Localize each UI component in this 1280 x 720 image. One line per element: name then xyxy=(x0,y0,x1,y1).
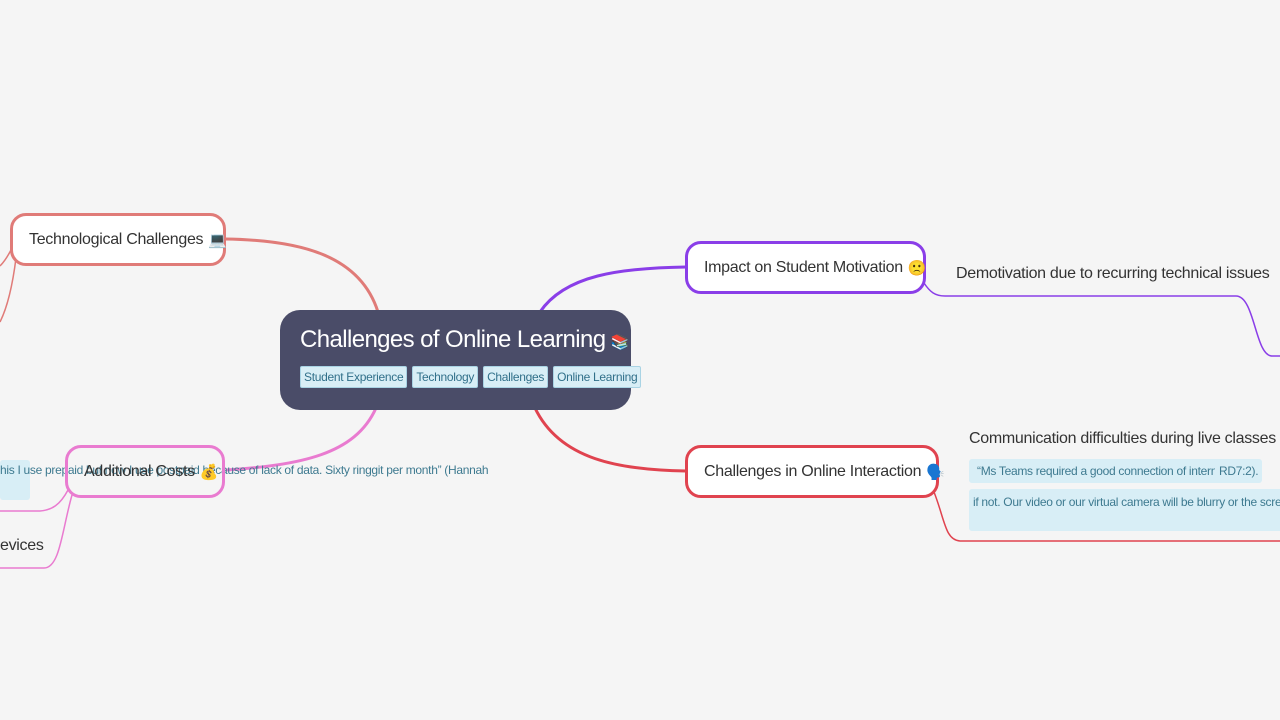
note-ms-teams-quote[interactable]: “Ms Teams required a good connection of … xyxy=(969,459,1235,483)
topic-label: Challenges in Online Interaction xyxy=(704,462,922,480)
central-topic[interactable]: Challenges of Online Learning 📚 Student E… xyxy=(280,310,642,410)
subtopic-demotivation[interactable]: Demotivation due to recurring technical … xyxy=(956,265,1270,283)
tag-online-learning[interactable]: Online Learning xyxy=(553,366,642,388)
central-title: Challenges of Online Learning 📚 xyxy=(300,326,629,354)
link-interaction xyxy=(533,407,687,473)
tag-technology[interactable]: Technology xyxy=(412,366,479,388)
tag-list: Student Experience Technology Challenges… xyxy=(300,366,642,388)
books-icon: 📚 xyxy=(610,334,630,351)
topic-label: Technological Challenges xyxy=(29,230,204,248)
topic-impact-on-motivation[interactable]: Impact on Student Motivation 🙁 xyxy=(685,241,927,294)
topic-additional-costs[interactable]: Additional Costs 💰 xyxy=(65,445,225,498)
link-costs-sub2 xyxy=(0,494,73,569)
topic-technological-challenges[interactable]: Technological Challenges 💻 xyxy=(10,213,227,266)
note-video-blurry-quote[interactable]: if not. Our video or our virtual camera … xyxy=(969,489,1280,531)
link-motivation xyxy=(538,265,687,313)
laptop-icon: 💻 xyxy=(208,231,227,249)
subtopic-devices[interactable]: evices xyxy=(0,537,44,555)
tag-challenges[interactable]: Challenges xyxy=(483,366,549,388)
money-bag-icon: 💰 xyxy=(199,463,219,481)
frowning-face-icon: 🙁 xyxy=(907,259,927,277)
link-technological xyxy=(224,237,380,313)
connector-lines xyxy=(0,237,1280,569)
link-motivation-sub xyxy=(923,282,1280,357)
note-reference[interactable]: RD7:2). xyxy=(1215,459,1263,483)
topic-label: Impact on Student Motivation xyxy=(704,258,903,276)
link-technological-sub2 xyxy=(0,257,17,323)
central-title-text: Challenges of Online Learning xyxy=(300,326,606,353)
topic-online-interaction[interactable]: Challenges in Online Interaction 🗣️ xyxy=(685,445,945,498)
topic-label: Additional Costs xyxy=(84,462,195,480)
speaking-head-icon: 🗣️ xyxy=(926,463,945,481)
subtopic-communication-difficulties[interactable]: Communication difficulties during live c… xyxy=(969,430,1276,448)
tag-student-experience[interactable]: Student Experience xyxy=(300,366,408,388)
link-costs xyxy=(225,407,378,472)
